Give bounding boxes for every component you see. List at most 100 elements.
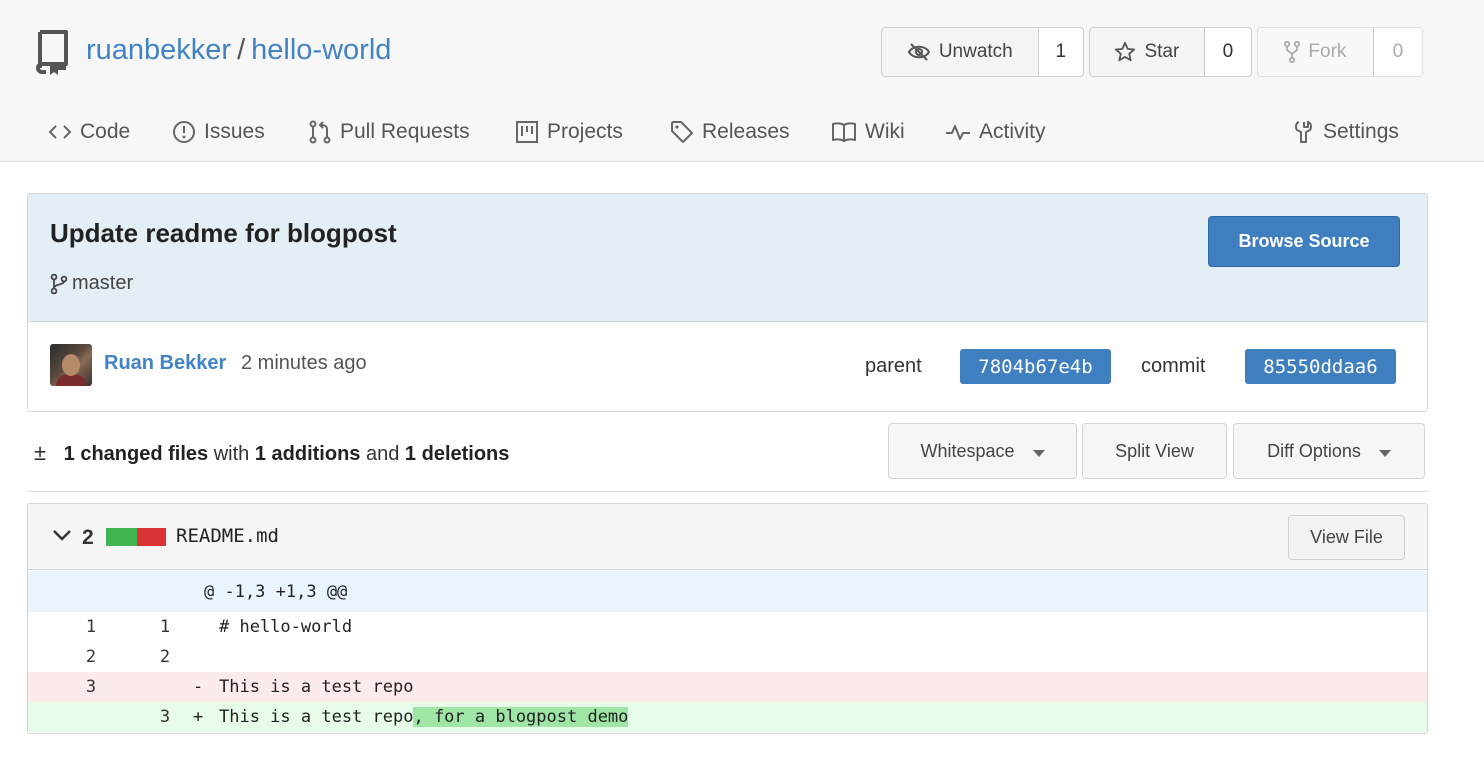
diff-stats: ± 1 changed files with 1 additions and 1… [34, 440, 509, 466]
book-icon [832, 122, 856, 142]
new-line-number[interactable]: 3 [150, 707, 180, 727]
file-diff: 2 README.md View File @ -1,3 +1,3 @@ 1 1… [27, 503, 1428, 734]
branch-icon [50, 273, 68, 294]
caret-down-icon [1032, 449, 1045, 457]
tab-activity[interactable]: Activity [945, 112, 1046, 152]
star-icon [1115, 41, 1136, 62]
old-line-number[interactable]: 3 [76, 677, 106, 697]
repo-name-link[interactable]: hello-world [251, 34, 391, 66]
tab-wiki[interactable]: Wiki [831, 112, 905, 152]
browse-source-button[interactable]: Browse Source [1208, 216, 1400, 267]
old-line-number[interactable]: 2 [76, 647, 106, 667]
unwatch-label: Unwatch [938, 41, 1013, 62]
tag-icon [671, 121, 693, 143]
tab-projects[interactable]: Projects [515, 112, 623, 152]
old-line-number[interactable]: 1 [76, 617, 106, 637]
commit-title: Update readme for blogpost [50, 218, 397, 248]
file-name: README.md [176, 525, 279, 547]
tab-settings[interactable]: Settings [1293, 112, 1399, 152]
stats-with: with [213, 443, 250, 465]
diff-sign: - [193, 677, 204, 697]
diff-line-added: 3 + This is a test repo, for a blogpost … [28, 702, 1427, 732]
hunk-header-text: @ -1,3 +1,3 @@ [204, 582, 348, 602]
tab-pull-requests-label: Pull Requests [340, 120, 470, 143]
commit-summary: Update readme for blogpost master Browse… [28, 194, 1427, 322]
repo-header: ruanbekker / hello-world Unwatch 1 Star 0 [0, 0, 1484, 162]
deletions-bar [137, 528, 166, 546]
view-file-button[interactable]: View File [1288, 515, 1405, 560]
code-unchanged-part: This is a test repo [219, 707, 414, 727]
tab-issues[interactable]: Issues [172, 112, 265, 152]
new-line-number[interactable]: 2 [150, 647, 180, 667]
commit-header: Update readme for blogpost master Browse… [27, 193, 1428, 412]
issue-icon [173, 121, 195, 143]
parent-sha-link[interactable]: 7804b67e4b [960, 349, 1111, 384]
changed-files-count: 1 changed files [63, 443, 209, 465]
chevron-down-icon[interactable] [52, 528, 72, 542]
tab-projects-label: Projects [547, 120, 623, 143]
diff-sign: + [193, 707, 204, 727]
whitespace-label: Whitespace [920, 440, 1015, 461]
code-icon [48, 125, 72, 139]
unwatch-button[interactable]: Unwatch [882, 28, 1039, 76]
project-board-icon [516, 121, 538, 143]
branch-name: master [72, 272, 134, 294]
star-button-group: Star 0 [1089, 27, 1252, 77]
pull-request-icon [309, 120, 331, 144]
tab-releases-label: Releases [702, 120, 790, 143]
commit-branch: master [50, 272, 133, 295]
diff-line: 2 2 [28, 642, 1427, 672]
fork-button[interactable]: Fork [1258, 28, 1374, 76]
deletions-count: 1 deletions [404, 443, 510, 465]
diff-stats-symbol: ± [34, 440, 47, 465]
diff-options-dropdown[interactable]: Diff Options [1233, 423, 1425, 479]
code-added-highlight: , for a blogpost demo [413, 707, 629, 727]
additions-bar [106, 528, 137, 546]
tab-releases[interactable]: Releases [670, 112, 790, 152]
star-label: Star [1144, 41, 1180, 62]
commit-sha-link[interactable]: 85550ddaa6 [1245, 349, 1396, 384]
tab-settings-label: Settings [1323, 120, 1399, 143]
fork-label: Fork [1308, 41, 1347, 62]
additions-count: 1 additions [254, 443, 361, 465]
eye-slash-icon [907, 43, 930, 61]
forks-count[interactable]: 0 [1373, 28, 1422, 76]
split-view-label: Split View [1115, 440, 1194, 461]
repo-title: ruanbekker / hello-world [86, 34, 391, 67]
fork-button-group: Fork 0 [1257, 27, 1423, 77]
watchers-count[interactable]: 1 [1038, 28, 1083, 76]
new-line-number[interactable]: 1 [150, 617, 180, 637]
tab-activity-label: Activity [979, 120, 1046, 143]
repo-owner-link[interactable]: ruanbekker [86, 34, 231, 66]
whitespace-dropdown[interactable]: Whitespace [888, 423, 1077, 479]
tab-pull-requests[interactable]: Pull Requests [308, 112, 470, 152]
watch-button-group: Unwatch 1 [881, 27, 1084, 77]
tab-code-label: Code [80, 120, 131, 143]
split-view-button[interactable]: Split View [1082, 423, 1227, 479]
commit-meta: Ruan Bekker 2 minutes ago parent 7804b67… [28, 322, 1427, 411]
author-link[interactable]: Ruan Bekker [104, 352, 226, 375]
commit-time: 2 minutes ago [241, 352, 367, 374]
tab-wiki-label: Wiki [865, 120, 905, 143]
wrench-icon [1294, 121, 1313, 143]
stars-count[interactable]: 0 [1204, 28, 1251, 76]
divider [28, 491, 1428, 492]
pulse-icon [946, 125, 970, 140]
repo-separator: / [237, 34, 246, 66]
diff-line-deleted: 3 - This is a test repo [28, 672, 1427, 702]
file-change-count: 2 [82, 526, 94, 549]
hunk-header: @ -1,3 +1,3 @@ [28, 571, 1427, 612]
avatar[interactable] [50, 344, 92, 386]
parent-label: parent [865, 355, 922, 377]
repo-icon [36, 30, 68, 75]
fork-icon [1284, 41, 1301, 63]
code-line: # hello-world [219, 617, 353, 637]
diff-line: 1 1 # hello-world [28, 612, 1427, 642]
diff-options-label: Diff Options [1267, 440, 1361, 461]
star-button[interactable]: Star [1090, 28, 1205, 76]
tab-issues-label: Issues [204, 120, 265, 143]
code-line: This is a test repo, for a blogpost demo [219, 707, 629, 727]
caret-down-icon [1378, 449, 1391, 457]
commit-label: commit [1141, 355, 1206, 377]
tab-code[interactable]: Code [48, 112, 130, 152]
